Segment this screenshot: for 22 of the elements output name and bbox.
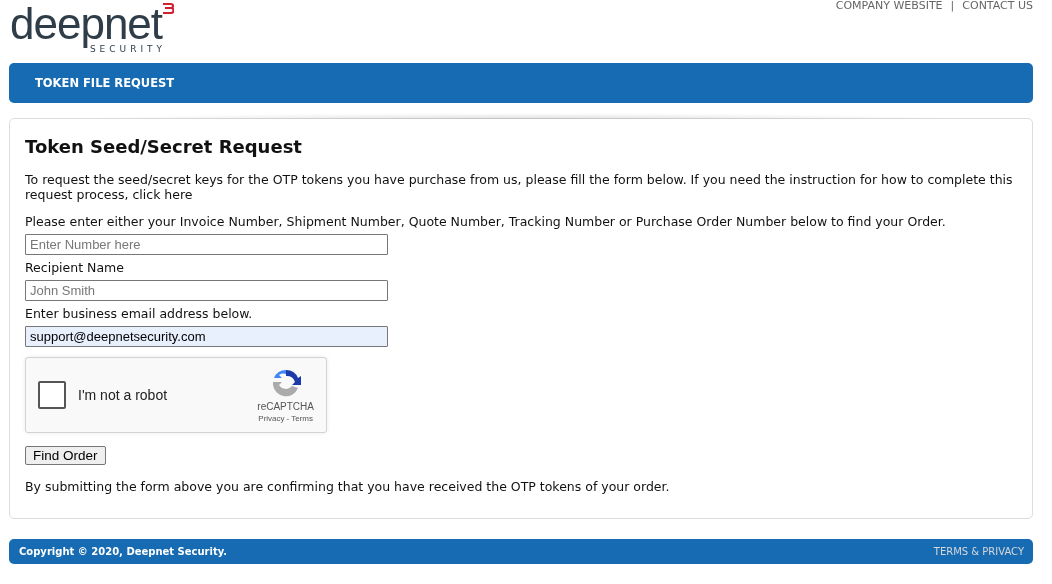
intro-paragraph: To request the seed/secret keys for the OTP tokens you have purchase from us, please fill the form below. If you need the instruction for how to complete this request process, click here <box>25 172 1014 202</box>
captcha-checkbox[interactable] <box>38 381 66 409</box>
field-label: Recipient Name <box>25 260 125 275</box>
footer-link[interactable]: TERMS & PRIVACY <box>933 546 1024 557</box>
captcha-brand: reCAPTCHA <box>257 401 314 412</box>
privacy-link[interactable]: Privacy <box>258 414 285 423</box>
input-field[interactable]: John Smith <box>25 280 388 301</box>
field-label: Enter business email address below. <box>25 306 254 321</box>
copyright-text: Copyright © 2020, Deepnet Security. <box>19 546 228 557</box>
header-link[interactable]: CONTACT US <box>962 0 1033 12</box>
find-order-button[interactable]: Find Order <box>25 446 106 465</box>
field-label: Please enter either your Invoice Number, Shipment Number, Quote Number, Tracking Number or Purchase Order Number below to find your Order. <box>25 214 947 229</box>
form-heading: Token Seed/Secret Request <box>25 136 303 157</box>
input-field[interactable]: Enter Number here <box>25 234 388 255</box>
input-field[interactable]: support@deepnetsecurity.com <box>25 326 388 347</box>
page-title: TOKEN FILE REQUEST <box>35 76 175 90</box>
link-separator: - <box>286 414 290 423</box>
confirmation-note: By submitting the form above you are confirming that you have received the OTP tokens of your order. <box>25 479 671 494</box>
captcha-label: I'm not a robot <box>78 387 169 403</box>
header-link[interactable]: COMPANY WEBSITE <box>835 0 943 12</box>
link-separator: | <box>950 0 955 12</box>
terms-link[interactable]: Terms <box>291 414 313 423</box>
